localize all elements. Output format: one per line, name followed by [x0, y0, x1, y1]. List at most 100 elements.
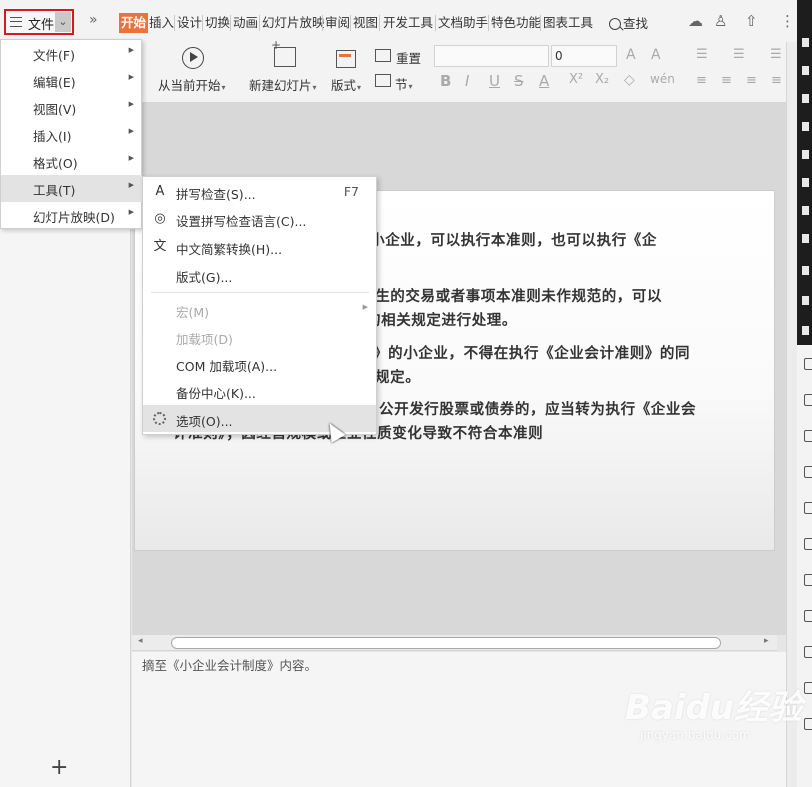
font-color-icon[interactable]: A	[539, 72, 549, 90]
scrollbar-thumb[interactable]	[171, 637, 721, 649]
tool-icon[interactable]	[802, 326, 809, 335]
tab-slideshow[interactable]: 幻灯片放映	[262, 13, 325, 33]
menu-item-spell-check[interactable]: A 拼写检查(S)... F7	[143, 178, 376, 205]
slide-text-line[interactable]: 规定。	[375, 366, 420, 387]
panel-icon[interactable]	[804, 610, 812, 622]
font-size-field[interactable]: 0	[551, 45, 617, 67]
menu-item-file[interactable]: 文件(F) ▶	[1, 40, 142, 67]
new-slide-button[interactable]: 新建幻灯片▾	[249, 75, 317, 94]
search-button[interactable]: 查找	[609, 13, 669, 33]
numbered-list-icon[interactable]: ☰	[733, 47, 745, 62]
menu-item-format[interactable]: 格式(O) ▶	[1, 148, 142, 175]
from-current-button[interactable]: 从当前开始▾	[158, 75, 226, 94]
tool-icon[interactable]	[802, 94, 809, 103]
tab-features[interactable]: 特色功能	[491, 13, 541, 33]
menu-item-view[interactable]: 视图(V) ▶	[1, 94, 142, 121]
menu-item-addins[interactable]: 加载项(D)	[143, 323, 376, 350]
tool-icon[interactable]	[802, 122, 809, 131]
cloud-icon[interactable]: ☁	[688, 12, 703, 30]
underline-icon[interactable]: U	[489, 72, 500, 90]
tool-icon[interactable]	[802, 150, 809, 159]
clear-format-icon[interactable]: ◇	[624, 72, 635, 88]
align-left-icon[interactable]: ≡	[696, 73, 707, 88]
menu-item-chinese-conversion[interactable]: 文 中文简繁转换(H)...	[143, 233, 376, 260]
strikethrough-icon[interactable]: S	[514, 72, 524, 90]
slide-text-line[interactable]: 》的小企业，不得在执行《企业会计准则》的同	[373, 342, 690, 363]
panel-icon[interactable]	[804, 682, 812, 694]
tab-insert[interactable]: 插入	[149, 13, 174, 33]
horizontal-scrollbar[interactable]: ◂ ▸	[132, 635, 777, 651]
tab-developer[interactable]: 开发工具	[383, 13, 433, 33]
chevron-down-icon[interactable]: ⌄	[55, 12, 71, 32]
reset-icon[interactable]	[375, 49, 391, 62]
slide-text-line[interactable]: ，发生的交易或者事项本准则未作规范的，可以	[345, 285, 662, 306]
tab-home[interactable]: 开始	[119, 13, 149, 33]
new-slide-icon[interactable]	[271, 38, 296, 67]
panel-icon[interactable]	[804, 358, 812, 370]
reset-button[interactable]: 重置	[396, 48, 421, 67]
add-slide-icon[interactable]: +	[50, 755, 68, 780]
tool-icon[interactable]	[802, 266, 809, 275]
scroll-left-icon[interactable]: ◂	[138, 636, 143, 646]
menu-item-tools[interactable]: 工具(T) ▶	[1, 175, 142, 202]
pinyin-icon[interactable]: wén	[650, 72, 675, 86]
layout-button[interactable]: 版式▾	[331, 75, 361, 94]
tab-view[interactable]: 视图	[353, 13, 378, 33]
notes-text[interactable]: 摘至《小企业会计制度》内容。	[142, 655, 317, 674]
more-tabs-button[interactable]: »	[89, 12, 98, 28]
tab-animation[interactable]: 动画	[233, 13, 258, 33]
share-user-icon[interactable]: ♙	[714, 12, 727, 30]
indent-icon[interactable]: ☰	[770, 47, 782, 62]
align-center-icon[interactable]: ≡	[721, 73, 732, 88]
tool-icon[interactable]	[802, 66, 809, 75]
tab-transition[interactable]: 切换	[205, 13, 230, 33]
menu-item-macro[interactable]: 宏(M) ▶	[143, 296, 376, 323]
tool-icon[interactable]	[802, 38, 809, 47]
tool-icon[interactable]	[802, 178, 809, 187]
menu-item-layout[interactable]: 版式(G)...	[143, 261, 376, 288]
menu-item-edit[interactable]: 编辑(E) ▶	[1, 67, 142, 94]
align-right-icon[interactable]: ≡	[746, 73, 757, 88]
menu-item-spell-language[interactable]: ◎ 设置拼写检查语言(C)...	[143, 205, 376, 232]
justify-icon[interactable]: ≡	[771, 73, 782, 88]
menu-item-backup-center[interactable]: 备份中心(K)...	[143, 377, 376, 404]
tab-chart-tools[interactable]: 图表工具	[543, 13, 593, 33]
panel-icon[interactable]	[804, 394, 812, 406]
file-menu-label: 文件	[28, 18, 55, 33]
shrink-font-icon[interactable]: A	[651, 47, 661, 63]
panel-icon[interactable]	[804, 718, 812, 730]
tool-icon[interactable]	[802, 234, 809, 243]
panel-icon[interactable]	[804, 646, 812, 658]
slide-text-line[interactable]: 公开发行股票或债券的，应当转为执行《企业会	[379, 398, 696, 419]
tab-review[interactable]: 审阅	[325, 13, 350, 33]
slide-text-line[interactable]: 的相关规定进行处理。	[366, 309, 517, 330]
upload-icon[interactable]: ⇧	[745, 12, 758, 30]
superscript-icon[interactable]: X²	[569, 72, 583, 87]
more-options-icon[interactable]: ⋮	[780, 12, 795, 30]
menu-item-slideshow[interactable]: 幻灯片放映(D) ▶	[1, 202, 142, 229]
slide-text-line[interactable]: 的小企业，可以执行本准则，也可以执行《企	[355, 229, 657, 250]
grow-font-icon[interactable]: A	[626, 47, 636, 63]
menu-item-com-addins[interactable]: COM 加载项(A)...	[143, 350, 376, 377]
file-menu-button[interactable]: 文件 ⌄	[4, 9, 74, 35]
layout-icon[interactable]	[336, 50, 356, 68]
section-button[interactable]: 节▾	[395, 74, 413, 93]
tab-doc-assistant[interactable]: 文档助手	[438, 13, 488, 33]
panel-icon[interactable]	[804, 574, 812, 586]
tool-icon[interactable]	[802, 206, 809, 215]
tool-icon[interactable]	[802, 296, 809, 305]
scroll-right-icon[interactable]: ▸	[764, 636, 769, 646]
panel-icon[interactable]	[804, 466, 812, 478]
play-icon[interactable]	[182, 47, 204, 69]
subscript-icon[interactable]: X₂	[595, 72, 609, 87]
italic-icon[interactable]: I	[465, 72, 469, 90]
panel-icon[interactable]	[804, 430, 812, 442]
panel-icon[interactable]	[804, 502, 812, 514]
section-icon[interactable]	[375, 74, 391, 87]
font-name-field[interactable]	[434, 45, 549, 67]
tab-design[interactable]: 设计	[177, 13, 202, 33]
bold-icon[interactable]: B	[440, 72, 451, 90]
menu-item-insert[interactable]: 插入(I) ▶	[1, 121, 142, 148]
panel-icon[interactable]	[804, 538, 812, 550]
bullet-list-icon[interactable]: ☰	[696, 47, 708, 62]
